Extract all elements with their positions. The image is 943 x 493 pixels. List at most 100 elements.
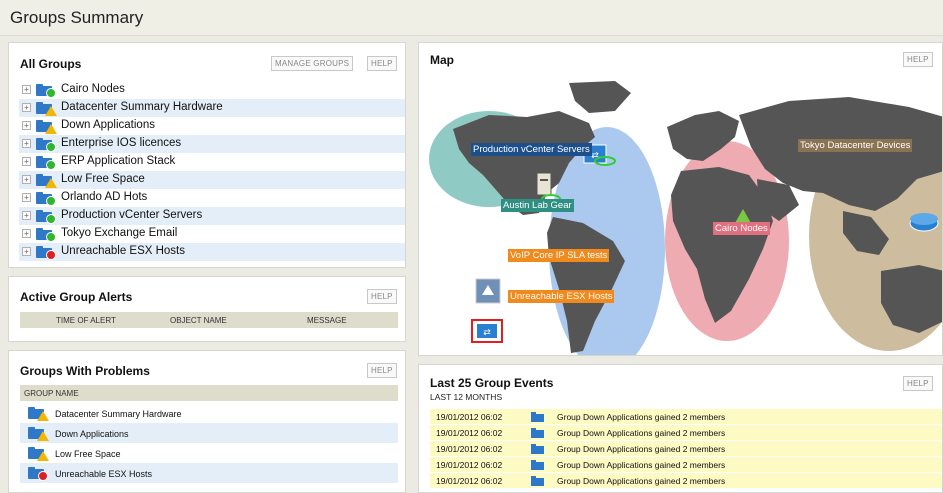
group-label[interactable]: Orlando AD Hots [61,191,147,203]
group-row-low-free-space[interactable]: + Low Free Space [19,171,405,189]
event-message[interactable]: Group Down Applications gained 2 members [557,476,725,486]
group-row-production-vcenter-servers[interactable]: + Production vCenter Servers [19,207,405,225]
group-row-orlando-ad-hots[interactable]: + Orlando AD Hots [19,189,405,207]
group-events-title: Last 25 Group Events [430,376,554,390]
event-row[interactable]: 19/01/2012 06:02 Group Down Applications… [430,441,942,457]
group-row-datacenter-summary-hardware[interactable]: + Datacenter Summary Hardware [19,99,405,117]
group-row-cairo-nodes[interactable]: + Cairo Nodes [19,81,405,99]
all-groups-help-button[interactable]: HELP [367,56,397,71]
event-message[interactable]: Group Down Applications gained 2 members [557,444,725,454]
active-alerts-title: Active Group Alerts [20,290,133,304]
group-events-help-button[interactable]: HELP [903,376,933,391]
expand-icon[interactable]: + [22,121,31,130]
expand-icon[interactable]: + [22,85,31,94]
group-folder-icon [28,427,49,441]
map-label-austin-lab-gear[interactable]: Austin Lab Gear [501,199,574,212]
expand-icon[interactable]: + [22,229,31,238]
event-message[interactable]: Group Down Applications gained 2 members [557,460,725,470]
router-node-icon[interactable] [909,213,939,232]
group-label[interactable]: Low Free Space [61,173,145,185]
group-label[interactable]: Datacenter Summary Hardware [61,101,223,113]
group-folder-icon [28,407,49,421]
voip-node-icon[interactable] [475,278,501,304]
active-alerts-panel: Active Group Alerts HELP TIME OF ALERT O… [8,276,406,342]
map-label-cairo-nodes[interactable]: Cairo Nodes [713,222,770,235]
active-alerts-help-button[interactable]: HELP [367,289,397,304]
expand-icon[interactable]: + [22,211,31,220]
group-folder-icon [28,467,48,481]
map-label-voip-core[interactable]: VoIP Core IP SLA tests [508,249,610,262]
map-label-production-vcenter[interactable]: Production vCenter Servers [471,143,592,156]
expand-icon[interactable]: + [22,139,31,148]
page-title: Groups Summary [10,8,144,27]
status-warning-icon [45,124,57,134]
group-folder-icon [36,210,56,224]
group-label[interactable]: Tokyo Exchange Email [61,227,177,239]
group-label[interactable]: Down Applications [61,119,155,131]
event-message[interactable]: Group Down Applications gained 2 members [557,428,725,438]
group-label[interactable]: Cairo Nodes [61,83,125,95]
group-row-tokyo-exchange-email[interactable]: + Tokyo Exchange Email [19,225,405,243]
event-row[interactable]: 19/01/2012 06:02 Group Down Applications… [430,473,942,489]
map-label-tokyo-datacenter[interactable]: Tokyo Datacenter Devices [798,139,913,152]
status-down-icon [46,250,56,260]
groups-with-problems-help-button[interactable]: HELP [367,363,397,378]
group-events-panel: Last 25 Group Events LAST 12 MONTHS HELP… [418,364,943,493]
expand-icon[interactable]: + [22,247,31,256]
group-folder-icon [36,192,56,206]
map-label-unreachable-esx[interactable]: Unreachable ESX Hosts [508,290,615,303]
group-event-icon [531,460,544,470]
problem-row-low-free-space[interactable]: Low Free Space [20,443,398,463]
continent-greenland [569,81,631,113]
column-object-name[interactable]: OBJECT NAME [170,316,227,325]
unreachable-node-icon[interactable]: ⇄ [471,319,503,343]
column-time-of-alert[interactable]: TIME OF ALERT [56,316,116,325]
groups-with-problems-panel: Groups With Problems HELP GROUP NAME Dat… [8,350,406,493]
event-time: 19/01/2012 06:02 [436,460,503,470]
group-row-down-applications[interactable]: + Down Applications [19,117,405,135]
event-message[interactable]: Group Down Applications gained 2 members [557,412,725,422]
svg-text:⇄: ⇄ [483,328,491,338]
expand-icon[interactable]: + [22,193,31,202]
problem-label[interactable]: Down Applications [55,429,129,439]
group-label[interactable]: Unreachable ESX Hosts [61,245,185,257]
group-folder-icon [36,174,57,188]
group-folder-icon [36,84,56,98]
column-message[interactable]: MESSAGE [307,316,347,325]
group-list: + Cairo Nodes + Datacenter Summary Hardw… [19,81,405,261]
event-time: 19/01/2012 06:02 [436,428,503,438]
expand-icon[interactable]: + [22,157,31,166]
event-row[interactable]: 19/01/2012 06:02 Group Down Applications… [430,409,942,425]
all-groups-title: All Groups [20,57,82,71]
group-row-unreachable-esx-hosts[interactable]: + Unreachable ESX Hosts [19,243,405,261]
status-up-icon [46,142,56,152]
group-label[interactable]: Production vCenter Servers [61,209,202,221]
problem-row-down-applications[interactable]: Down Applications [20,423,398,443]
manage-groups-button[interactable]: MANAGE GROUPS [271,56,354,71]
group-folder-icon [36,138,56,152]
group-label[interactable]: Enterprise IOS licences [61,137,181,149]
problem-label[interactable]: Unreachable ESX Hosts [55,469,152,479]
column-group-name[interactable]: GROUP NAME [24,389,79,398]
group-events-subtitle: LAST 12 MONTHS [430,392,503,402]
problem-row-datacenter-summary-hardware[interactable]: Datacenter Summary Hardware [20,403,398,423]
expand-icon[interactable]: + [22,103,31,112]
group-folder-icon [36,120,57,134]
event-row[interactable]: 19/01/2012 06:02 Group Down Applications… [430,425,942,441]
status-warning-icon [37,451,49,461]
world-map[interactable]: ⇄ ⇄ [419,71,943,356]
group-folder-icon [28,447,49,461]
map-title: Map [430,53,454,67]
map-help-button[interactable]: HELP [903,52,933,67]
event-row[interactable]: 19/01/2012 06:02 Group Down Applications… [430,457,942,473]
expand-icon[interactable]: + [22,175,31,184]
group-row-erp-application-stack[interactable]: + ERP Application Stack [19,153,405,171]
problem-row-unreachable-esx-hosts[interactable]: Unreachable ESX Hosts [20,463,398,483]
group-row-enterprise-ios-licences[interactable]: + Enterprise IOS licences [19,135,405,153]
event-time: 19/01/2012 06:02 [436,476,503,486]
map-panel: Map HELP ⇄ ⇄ Production vCenter Servers … [418,42,943,356]
status-warning-icon [37,431,49,441]
problem-label[interactable]: Low Free Space [55,449,121,459]
group-label[interactable]: ERP Application Stack [61,155,175,167]
problem-label[interactable]: Datacenter Summary Hardware [55,409,182,419]
